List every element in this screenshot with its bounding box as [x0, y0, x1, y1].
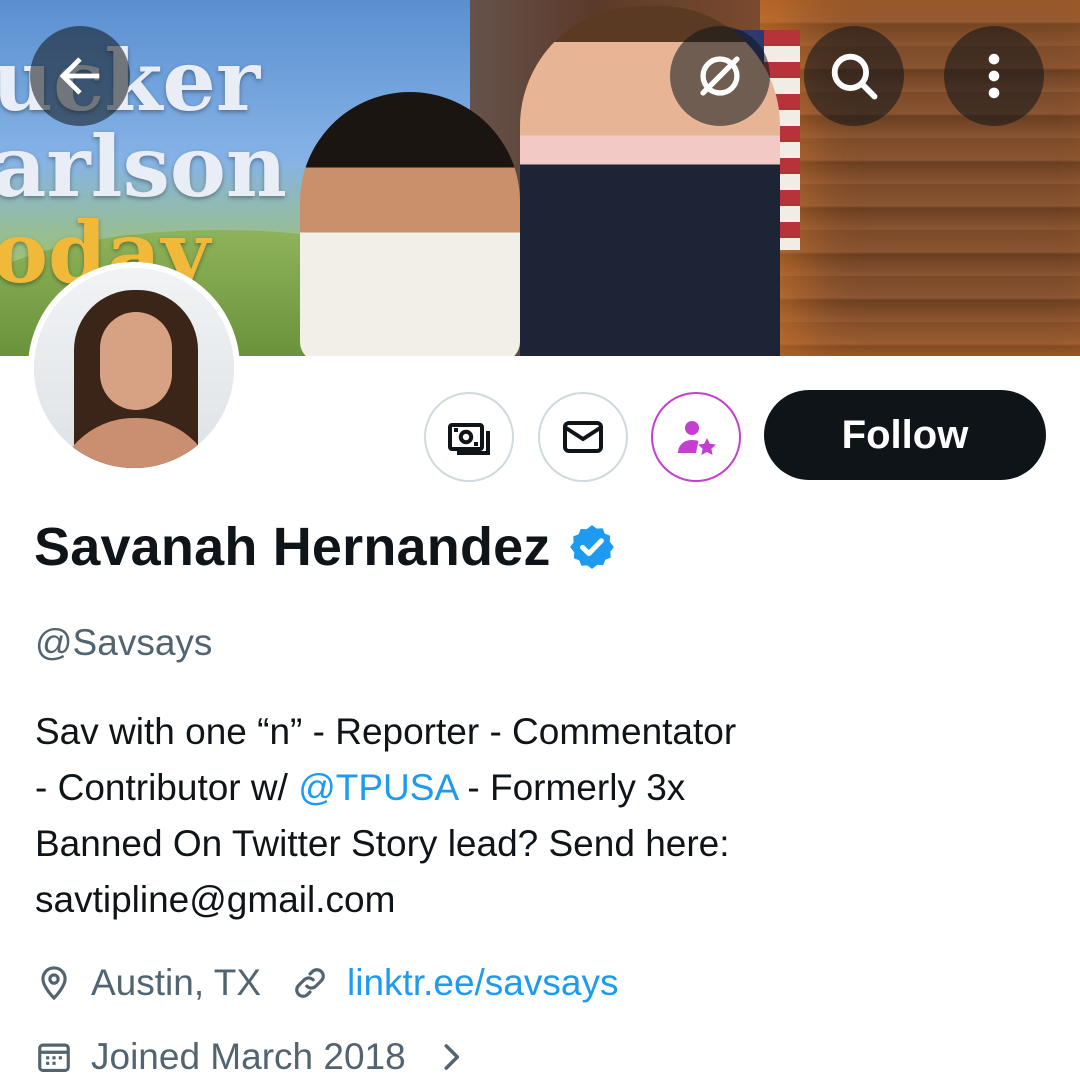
display-name: Savanah Hernandez — [34, 517, 551, 577]
bio-mention-link[interactable]: @TPUSA — [298, 767, 457, 808]
grok-icon — [700, 56, 740, 96]
handle: @Savsays — [35, 622, 213, 663]
more-vertical-icon — [988, 53, 1000, 99]
verified-badge-icon[interactable] — [567, 522, 617, 572]
grok-button[interactable] — [670, 26, 770, 126]
tip-button[interactable] — [424, 392, 514, 482]
website-link[interactable]: linktr.ee/savsays — [347, 962, 618, 1004]
calendar-icon — [38, 1043, 70, 1073]
tip-money-icon — [448, 423, 490, 455]
envelope-icon — [563, 421, 603, 453]
chevron-right-icon — [444, 1044, 459, 1070]
avatar[interactable] — [28, 262, 240, 474]
back-button[interactable] — [30, 26, 130, 126]
follow-button[interactable]: Follow — [764, 390, 1046, 480]
back-arrow-icon — [59, 57, 100, 95]
bio: Sav with one “n” - Reporter - Commentato… — [35, 711, 737, 920]
search-icon — [831, 53, 878, 100]
subscribe-person-star-icon — [678, 421, 716, 455]
joined-text: Joined March 2018 — [91, 1036, 406, 1077]
location-website-row: Austin, TX linktr.ee/savsays — [35, 962, 618, 1004]
location-text: Austin, TX — [91, 962, 262, 1003]
subscribe-button[interactable] — [651, 392, 741, 482]
link-icon — [295, 968, 325, 998]
message-button[interactable] — [538, 392, 628, 482]
joined-row[interactable]: Joined March 2018 — [35, 1036, 470, 1078]
more-options-button[interactable] — [944, 26, 1044, 126]
banner-person-left — [300, 92, 520, 356]
name-row: Savanah Hernandez — [34, 516, 617, 578]
search-button[interactable] — [804, 26, 904, 126]
location-pin-icon — [41, 966, 67, 1001]
